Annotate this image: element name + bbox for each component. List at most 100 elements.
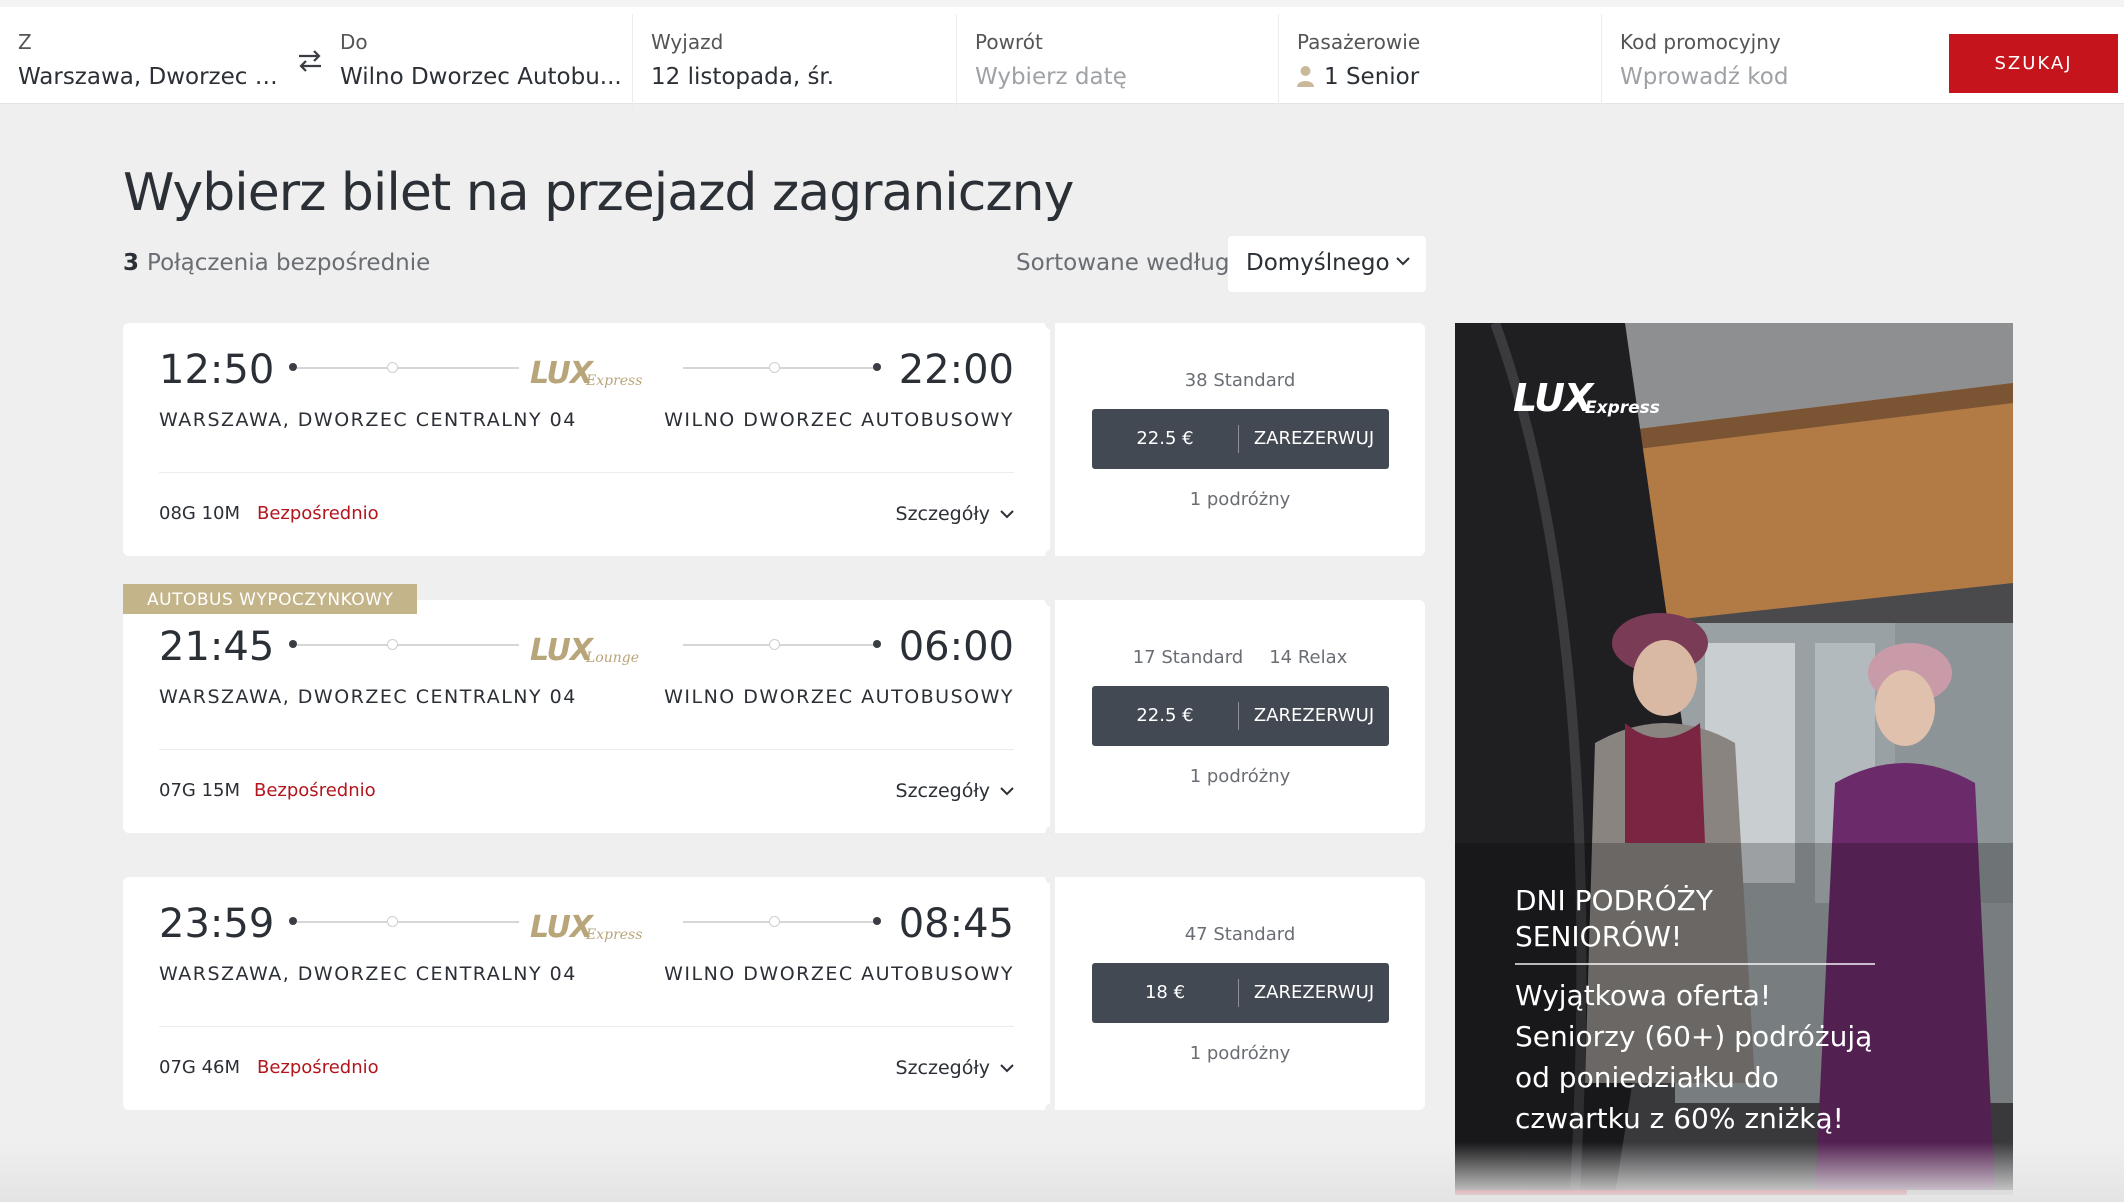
person-icon xyxy=(1297,66,1314,87)
seat-availability: 17 Standard 14 Relax xyxy=(1055,647,1425,668)
route-end-dot xyxy=(873,640,881,648)
route-start-dot xyxy=(289,640,297,648)
lux-express-logo: LUX Express xyxy=(530,910,642,945)
page-fade xyxy=(0,1142,2124,1202)
departure-time: 23:59 xyxy=(159,901,275,947)
promo-lux-logo: LUX Express xyxy=(1513,376,1660,420)
depart-field[interactable]: Wyjazd 12 listopada, śr. xyxy=(632,14,956,110)
svg-text:Express: Express xyxy=(1585,398,1660,418)
to-field[interactable]: Do Wilno Dworzec Autobu... xyxy=(322,14,632,110)
details-toggle[interactable]: Szczegóły xyxy=(896,503,1014,525)
passengers-field[interactable]: Pasażerowie 1 Senior xyxy=(1278,14,1601,110)
details-toggle[interactable]: Szczegóły xyxy=(896,1057,1014,1079)
book-button[interactable]: 22.5 € ZAREZERWUJ xyxy=(1092,686,1389,746)
from-value[interactable]: Warszawa, Dworzec C... xyxy=(18,64,290,90)
lux-lounge-logo: LUX Lounge xyxy=(530,633,639,668)
ticket-price: 22.5 € xyxy=(1136,428,1194,449)
svg-text:Express: Express xyxy=(585,373,642,389)
trip-card: 21:45 LUX Lounge 06:00 WARSZAWA, DWORZEC… xyxy=(123,584,1425,840)
card-divider xyxy=(159,472,1014,473)
departure-time: 21:45 xyxy=(159,624,275,670)
return-field[interactable]: Powrót Wybierz datę xyxy=(956,14,1278,110)
route-line xyxy=(683,644,881,646)
trip-card: 23:59 LUX Express 08:45 WARSZAWA, DWORZE… xyxy=(123,870,1425,1117)
details-toggle[interactable]: Szczegóły xyxy=(896,780,1014,802)
to-label: Do xyxy=(340,30,368,54)
route-line xyxy=(683,921,881,923)
trip-info: 23:59 LUX Express 08:45 WARSZAWA, DWORZE… xyxy=(123,877,1050,1110)
results-count-label: Połączenia bezpośrednie xyxy=(147,250,431,276)
direct-label: Bezpośrednio xyxy=(257,1057,379,1078)
arrival-station: WILNO DWORZEC AUTOBUSOWY xyxy=(664,409,1014,431)
arrival-time: 06:00 xyxy=(898,624,1014,670)
trip-info: 21:45 LUX Lounge 06:00 WARSZAWA, DWORZEC… xyxy=(123,600,1050,833)
book-button[interactable]: 22.5 € ZAREZERWUJ xyxy=(1092,409,1389,469)
promo-code-field[interactable]: Kod promocyjny Wprowadź kod xyxy=(1601,14,1941,110)
promo-title-line1: DNI PODRÓŻY xyxy=(1515,884,1713,917)
route-line xyxy=(683,367,881,369)
arrival-time: 22:00 xyxy=(898,347,1014,393)
route-end-dot xyxy=(873,363,881,371)
direct-label: Bezpośrednio xyxy=(254,780,376,801)
route-stop-marker xyxy=(387,639,398,650)
seat-class: 14 Relax xyxy=(1269,647,1348,668)
passengers-value-row[interactable]: 1 Senior xyxy=(1297,64,1601,90)
trip-card: 12:50 LUX Express 22:00 WARSZAWA, DWORZE… xyxy=(123,316,1425,563)
route-start-dot xyxy=(289,917,297,925)
results-count-number: 3 xyxy=(123,250,140,276)
arrival-station: WILNO DWORZEC AUTOBUSOWY xyxy=(664,686,1014,708)
search-button[interactable]: SZUKAJ xyxy=(1949,34,2118,93)
promo-code-placeholder[interactable]: Wprowadź kod xyxy=(1620,64,1941,90)
svg-text:LUX: LUX xyxy=(1513,376,1595,420)
chevron-down-icon xyxy=(1000,510,1014,519)
search-bar: Z Warszawa, Dworzec C... Do Wilno Dworze… xyxy=(0,0,2124,110)
chevron-down-icon xyxy=(1000,1064,1014,1073)
route-stop-marker xyxy=(769,362,780,373)
book-button[interactable]: 18 € ZAREZERWUJ xyxy=(1092,963,1389,1023)
route-stop-marker xyxy=(387,362,398,373)
to-value[interactable]: Wilno Dworzec Autobu... xyxy=(340,64,632,90)
arrival-time: 08:45 xyxy=(898,901,1014,947)
trip-duration: 07G 46M xyxy=(159,1057,241,1078)
sort-select[interactable]: Domyślnego xyxy=(1228,236,1426,292)
passenger-count: 1 podróżny xyxy=(1189,1043,1291,1064)
route-stop-marker xyxy=(769,639,780,650)
book-label: ZAREZERWUJ xyxy=(1253,428,1375,449)
ticket-price: 22.5 € xyxy=(1136,705,1194,726)
arrival-station: WILNO DWORZEC AUTOBUSOWY xyxy=(664,963,1014,985)
details-label: Szczegóły xyxy=(895,1057,990,1079)
passengers-label: Pasażerowie xyxy=(1297,30,1421,54)
route-line xyxy=(297,367,519,369)
departure-station: WARSZAWA, DWORZEC CENTRALNY 04 xyxy=(159,686,577,708)
seat-class: 47 Standard xyxy=(1184,924,1296,945)
from-label: Z xyxy=(18,30,32,54)
book-label: ZAREZERWUJ xyxy=(1253,982,1375,1003)
chevron-down-icon xyxy=(1396,257,1410,266)
ticket-price: 18 € xyxy=(1144,982,1186,1003)
route-stop-marker xyxy=(387,916,398,927)
booking-panel: 38 Standard 22.5 € ZAREZERWUJ 1 podróżny xyxy=(1055,323,1425,556)
results-count: 3 Połączenia bezpośrednie xyxy=(123,250,430,276)
card-divider xyxy=(159,749,1014,750)
depart-label: Wyjazd xyxy=(651,30,724,54)
swap-icon[interactable] xyxy=(296,47,324,75)
seat-class: 38 Standard xyxy=(1184,370,1296,391)
seat-availability: 38 Standard xyxy=(1055,370,1425,391)
booking-panel: 17 Standard 14 Relax 22.5 € ZAREZERWUJ 1 … xyxy=(1055,600,1425,833)
promo-divider xyxy=(1515,963,1875,965)
promo-title: DNI PODRÓŻY SENIORÓW! xyxy=(1515,883,1713,955)
svg-text:Express: Express xyxy=(585,927,642,943)
depart-value[interactable]: 12 listopada, śr. xyxy=(651,64,956,90)
return-placeholder[interactable]: Wybierz datę xyxy=(975,64,1278,90)
promo-title-line2: SENIORÓW! xyxy=(1515,920,1683,953)
promo-code-label: Kod promocyjny xyxy=(1620,30,1781,54)
departure-station: WARSZAWA, DWORZEC CENTRALNY 04 xyxy=(159,963,577,985)
lux-express-logo: LUX Express xyxy=(530,356,642,391)
from-field[interactable]: Z Warszawa, Dworzec C... xyxy=(0,14,290,110)
svg-text:Lounge: Lounge xyxy=(585,650,639,666)
direct-label: Bezpośrednio xyxy=(257,503,379,524)
passengers-value: 1 Senior xyxy=(1324,64,1420,90)
page-title: Wybierz bilet na przejazd zagraniczny xyxy=(123,163,1074,223)
promo-banner[interactable]: LUX Express DNI PODRÓŻY SENIORÓW! Wyjątk… xyxy=(1455,323,2013,1195)
seat-availability: 47 Standard xyxy=(1055,924,1425,945)
